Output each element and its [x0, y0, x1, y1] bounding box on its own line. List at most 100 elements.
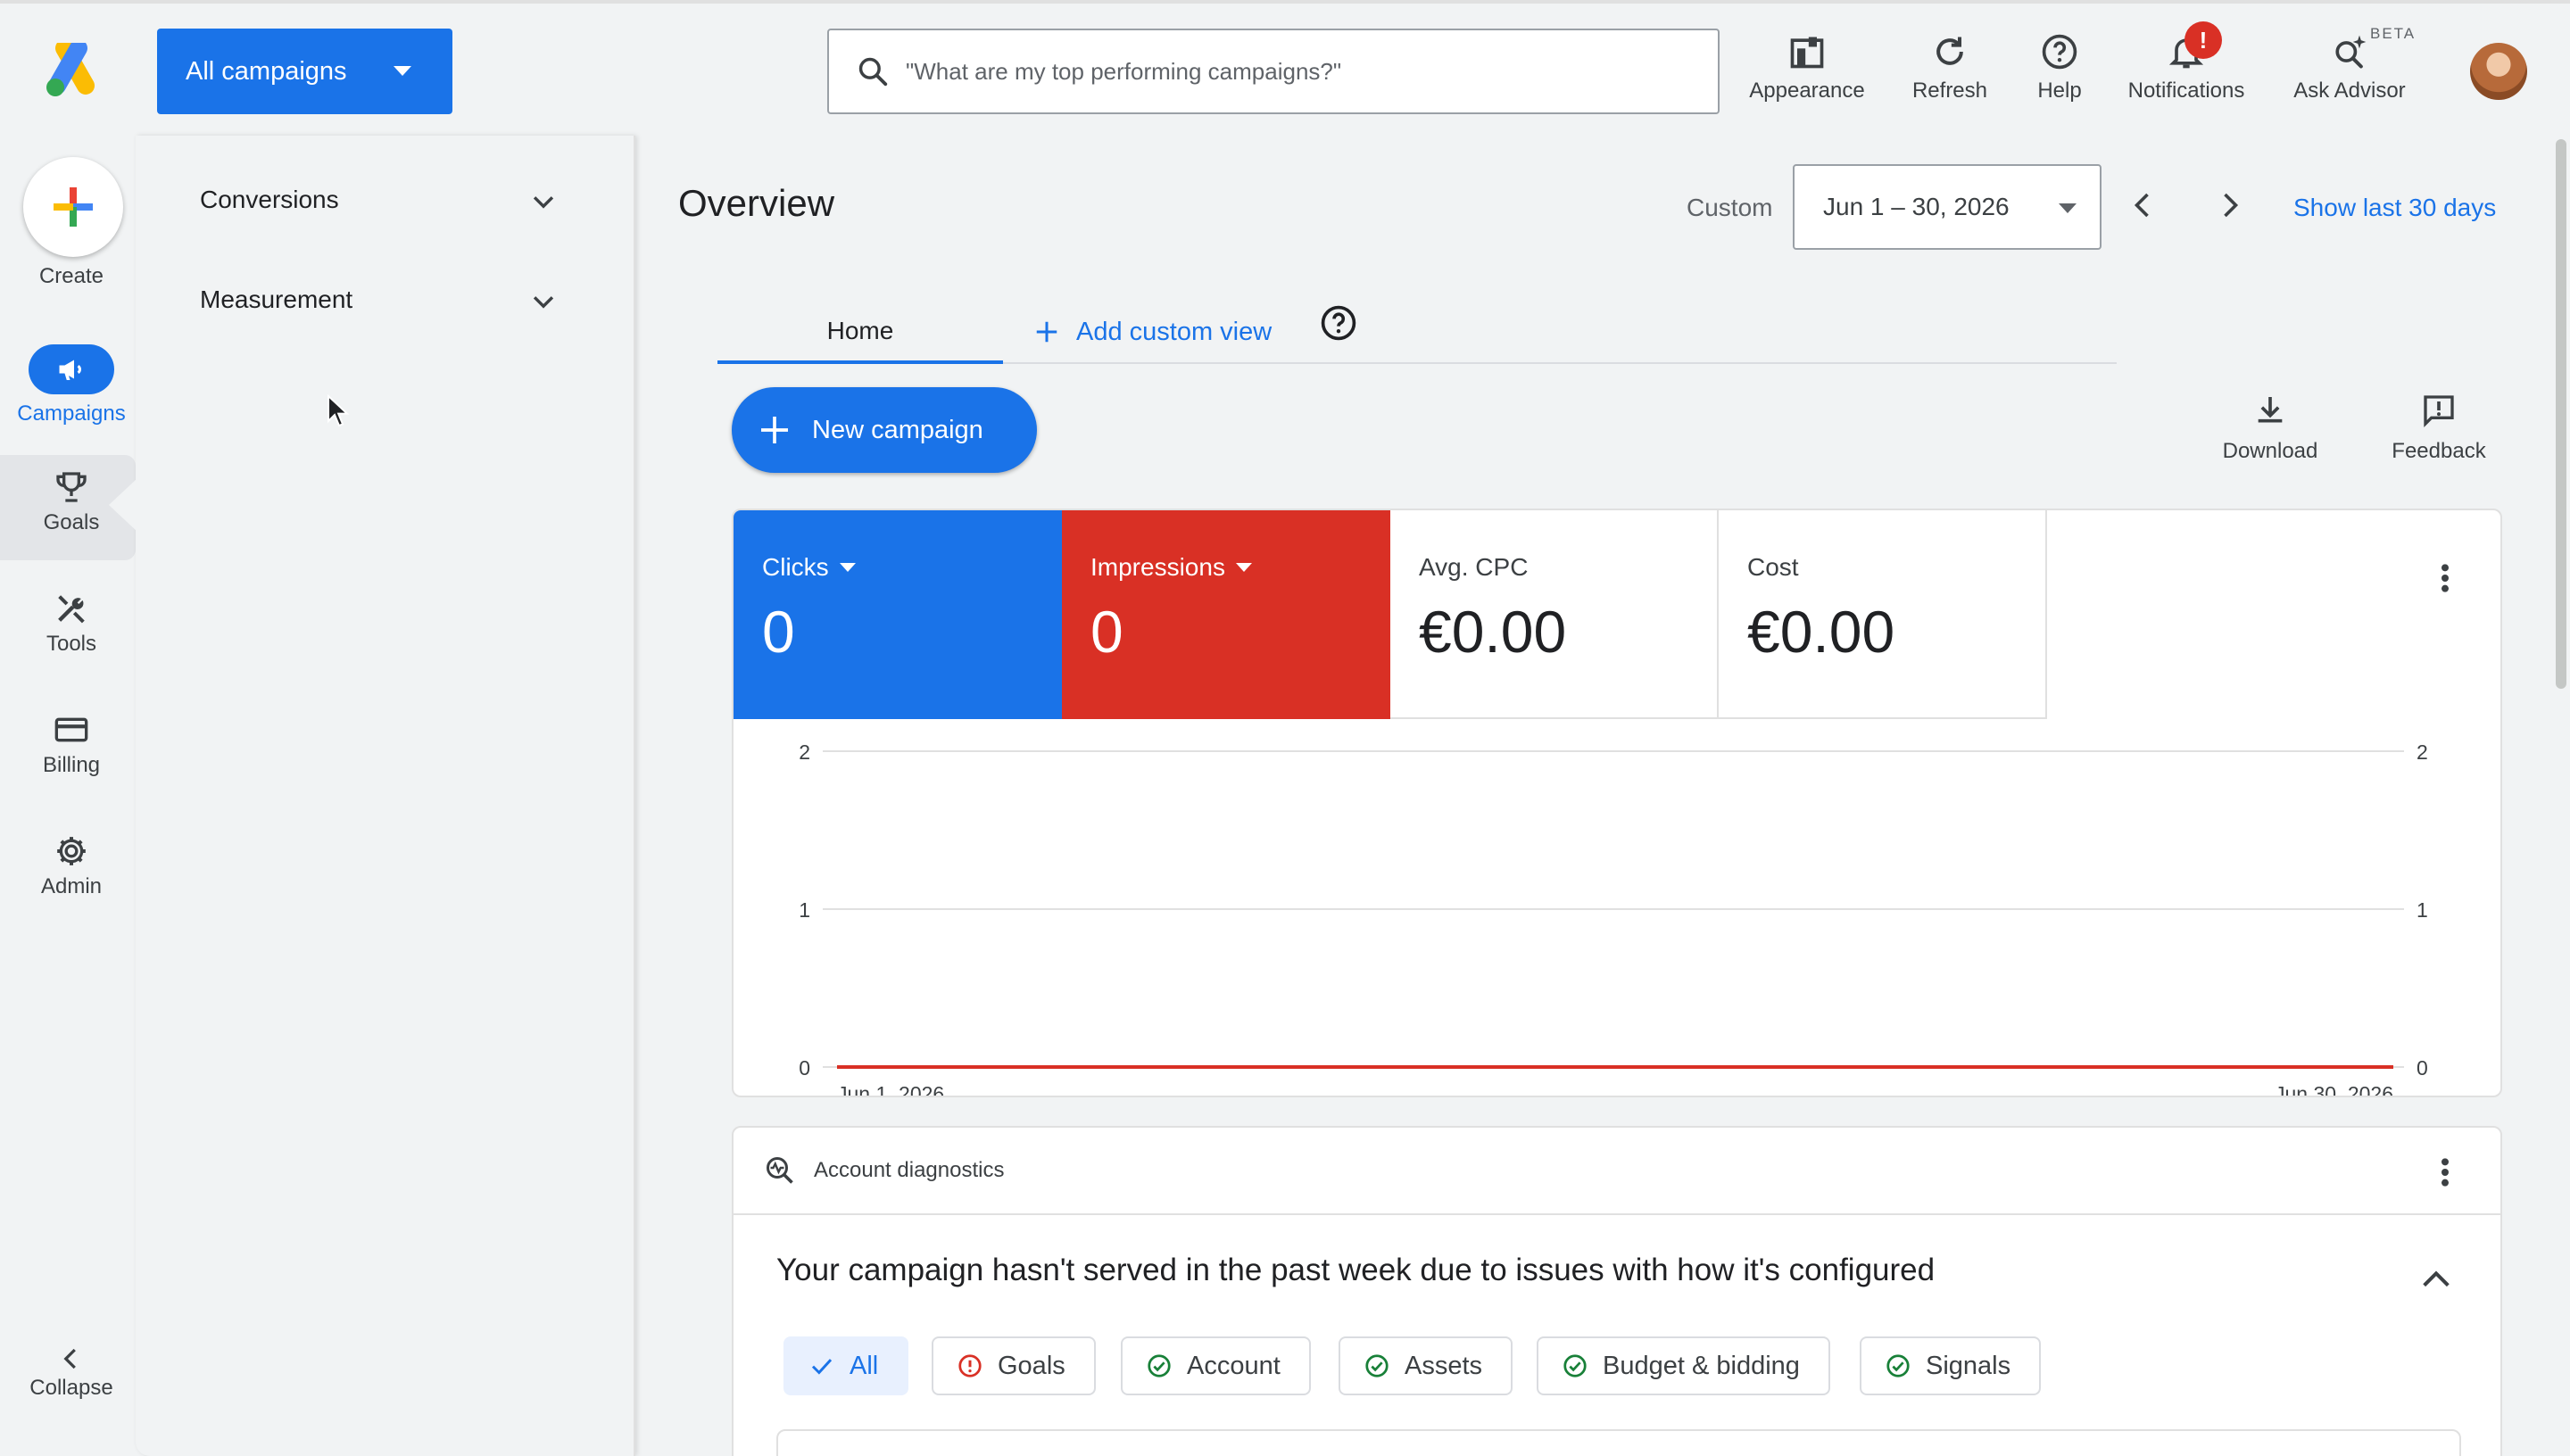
add-custom-view-label: Add custom view	[1076, 317, 1273, 346]
caret-down-icon	[2059, 203, 2077, 213]
ask-advisor-button[interactable]: Ask Advisor	[2286, 32, 2413, 112]
help-circle-icon[interactable]	[1319, 303, 1358, 343]
tools-icon	[54, 591, 89, 626]
new-campaign-button[interactable]: New campaign	[732, 387, 1037, 473]
feedback-icon	[2421, 393, 2457, 428]
metric-value: €0.00	[1419, 599, 1567, 665]
refresh-button[interactable]: Refresh	[1901, 32, 1999, 112]
flyout-item-conversions[interactable]: Conversions	[200, 186, 339, 214]
metric-label: Cost	[1747, 553, 1799, 581]
chip-label: Assets	[1405, 1351, 1483, 1380]
download-button[interactable]: Download	[2215, 393, 2325, 464]
page-scrollbar[interactable]	[2556, 139, 2566, 689]
refresh-label: Refresh	[1911, 79, 1988, 103]
search-placeholder: "What are my top performing campaigns?"	[906, 57, 1342, 85]
campaign-picker-button[interactable]: All campaigns	[157, 29, 452, 114]
filter-chip-goals[interactable]: Goals	[932, 1336, 1096, 1395]
rail-goals-label: Goals	[43, 510, 100, 534]
avatar[interactable]	[2470, 43, 2527, 100]
appearance-label: Appearance	[1749, 79, 1865, 103]
chevron-down-icon[interactable]	[528, 187, 559, 218]
diagnostics-title-text: Account diagnostics	[814, 1158, 1005, 1182]
appearance-button[interactable]: Appearance	[1740, 32, 1874, 112]
flyout-item-measurement[interactable]: Measurement	[200, 285, 352, 314]
chip-label: Account	[1187, 1351, 1281, 1380]
download-label: Download	[2222, 439, 2318, 463]
collapse-label: Collapse	[29, 1376, 113, 1400]
chevron-right-icon	[2213, 189, 2245, 221]
refresh-icon	[1930, 32, 1969, 79]
appearance-icon	[1787, 32, 1827, 79]
trophy-icon	[54, 469, 89, 505]
caret-down-icon	[394, 66, 411, 76]
more-vert-icon[interactable]	[2436, 1154, 2454, 1190]
diagnostics-header: Account diagnostics	[734, 1128, 2500, 1215]
rail-item-admin[interactable]: Admin	[0, 833, 143, 899]
create-button[interactable]	[23, 157, 123, 257]
diagnostics-message: Your campaign hasn't served in the past …	[776, 1253, 1936, 1287]
filter-chip-assets[interactable]: Assets	[1339, 1336, 1513, 1395]
chip-label: Signals	[1926, 1351, 2011, 1380]
y-tick-label-right: 0	[2417, 1056, 2428, 1080]
credit-card-icon	[54, 712, 89, 748]
show-last-30-days-link[interactable]: Show last 30 days	[2293, 194, 2496, 222]
diagnostics-detail-panel	[776, 1429, 2461, 1456]
campaign-picker-label: All campaigns	[186, 56, 347, 86]
tab-home[interactable]: Home	[717, 302, 1003, 364]
y-tick-label-left: 1	[799, 898, 810, 922]
rail-item-tools[interactable]: Tools	[0, 591, 143, 657]
campaigns-nav-button[interactable]	[29, 344, 114, 394]
help-button[interactable]: Help	[2024, 32, 2095, 112]
metric-card-cost[interactable]: Cost €0.00	[1719, 510, 2047, 719]
chevron-left-icon	[58, 1345, 85, 1372]
x-tick-label: Jun 1, 2026	[837, 1082, 944, 1096]
chevron-left-icon	[2127, 189, 2160, 221]
google-ads-logo-icon[interactable]	[39, 43, 104, 100]
filter-chip-all[interactable]: All	[783, 1336, 909, 1395]
megaphone-icon	[55, 353, 87, 385]
error-icon	[957, 1353, 998, 1379]
metric-label: Clicks	[762, 553, 829, 581]
search-input[interactable]: "What are my top performing campaigns?"	[827, 29, 1720, 114]
advisor-icon	[2330, 32, 2369, 79]
check-circle-icon	[1562, 1353, 1603, 1379]
add-custom-view-button[interactable]: Add custom view	[1033, 305, 1272, 359]
check-icon	[808, 1353, 850, 1379]
date-range-picker[interactable]: Jun 1 – 30, 2026	[1793, 164, 2102, 250]
feedback-button[interactable]: Feedback	[2386, 393, 2491, 464]
metric-value: 0	[762, 599, 795, 665]
flyout-pointer	[109, 478, 137, 532]
filter-chip-account[interactable]: Account	[1121, 1336, 1311, 1395]
check-circle-icon	[1364, 1353, 1405, 1379]
y-tick-label-right: 1	[2417, 898, 2428, 922]
check-circle-icon	[1146, 1353, 1187, 1379]
metric-card-clicks[interactable]: Clicks 0	[734, 510, 1062, 719]
chip-label: All	[850, 1351, 879, 1380]
previous-period-button[interactable]	[2127, 189, 2160, 221]
metric-label: Impressions	[1090, 553, 1225, 581]
beta-badge: BETA	[2370, 25, 2417, 42]
x-tick-label: Jun 30, 2026	[2275, 1082, 2393, 1096]
metric-card-impressions[interactable]: Impressions 0	[1062, 510, 1390, 719]
search-icon	[856, 54, 906, 88]
chevron-up-icon[interactable]	[2418, 1262, 2454, 1297]
metric-dropdown-impressions[interactable]: Impressions	[1090, 553, 1362, 582]
diagnostics-title: Account diagnostics	[764, 1154, 1004, 1187]
filter-chip-signals[interactable]: Signals	[1860, 1336, 2042, 1395]
page-title: Overview	[678, 182, 835, 224]
rail-admin-label: Admin	[40, 874, 103, 898]
rail-item-campaigns[interactable]: Campaigns	[0, 401, 143, 426]
metric-card-avg-cpc[interactable]: Avg. CPC €0.00	[1390, 510, 1719, 719]
rail-item-billing[interactable]: Billing	[0, 712, 143, 778]
next-period-button[interactable]	[2213, 189, 2245, 221]
metric-dropdown-clicks[interactable]: Clicks	[762, 553, 1033, 582]
metric-label: Avg. CPC	[1419, 553, 1529, 581]
y-tick-label-right: 2	[2417, 740, 2428, 764]
metric-value: 0	[1090, 599, 1123, 665]
collapse-button[interactable]: Collapse	[0, 1345, 143, 1401]
chevron-down-icon[interactable]	[528, 287, 559, 318]
chip-label: Goals	[998, 1351, 1065, 1380]
more-vert-icon[interactable]	[2436, 560, 2454, 596]
filter-chip-budget-bidding[interactable]: Budget & bidding	[1537, 1336, 1830, 1395]
help-label: Help	[2037, 79, 2082, 103]
